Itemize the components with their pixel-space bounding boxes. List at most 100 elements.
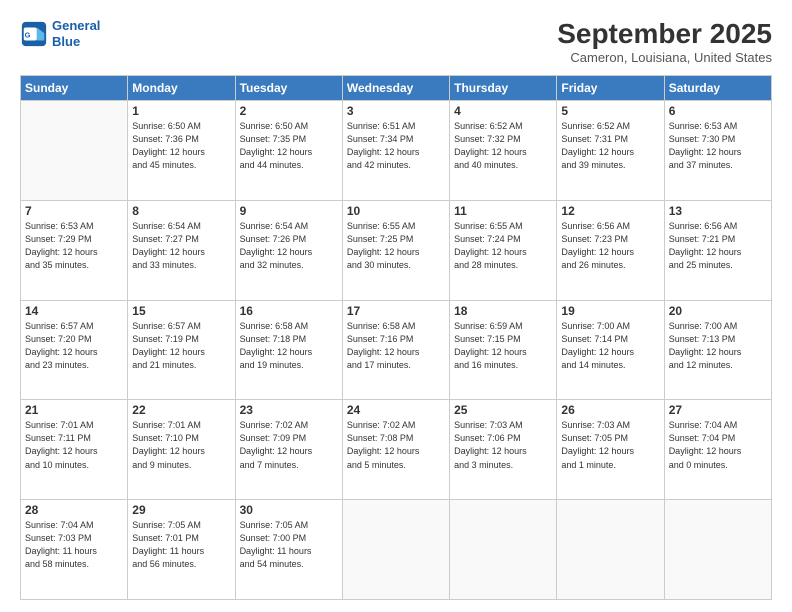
day-info: Sunrise: 7:02 AM Sunset: 7:09 PM Dayligh… bbox=[240, 419, 338, 471]
calendar-cell: 22 Sunrise: 7:01 AM Sunset: 7:10 PM Dayli… bbox=[128, 400, 235, 500]
calendar-cell bbox=[450, 500, 557, 600]
calendar-week-4: 21 Sunrise: 7:01 AM Sunset: 7:11 PM Dayli… bbox=[21, 400, 772, 500]
day-number: 4 bbox=[454, 104, 552, 118]
calendar-cell: 24Sunrise: 7:02 AM Sunset: 7:08 PM Dayli… bbox=[342, 400, 449, 500]
calendar-cell: 8Sunrise: 6:54 AM Sunset: 7:27 PM Daylig… bbox=[128, 200, 235, 300]
day-number: 20 bbox=[669, 304, 767, 318]
day-info: Sunrise: 7:04 AM Sunset: 7:03 PM Dayligh… bbox=[25, 519, 123, 571]
logo: G General Blue bbox=[20, 18, 100, 49]
calendar-cell: 16 Sunrise: 6:58 AM Sunset: 7:18 PM Dayli… bbox=[235, 300, 342, 400]
day-number: 16 bbox=[240, 304, 338, 318]
day-info: Sunrise: 7:05 AM Sunset: 7:00 PM Dayligh… bbox=[240, 519, 338, 571]
calendar-cell bbox=[557, 500, 664, 600]
day-info: Sunrise: 6:56 AM Sunset: 7:21 PM Dayligh… bbox=[669, 220, 767, 272]
day-info: Sunrise: 6:54 AM Sunset: 7:26 PM Dayligh… bbox=[240, 220, 338, 272]
calendar-cell: 15Sunrise: 6:57 AM Sunset: 7:19 PM Dayli… bbox=[128, 300, 235, 400]
day-info: Sunrise: 6:58 AM Sunset: 7:18 PM Dayligh… bbox=[240, 320, 338, 372]
logo-blue: Blue bbox=[52, 34, 80, 49]
calendar-cell: 26 Sunrise: 7:03 AM Sunset: 7:05 PM Dayli… bbox=[557, 400, 664, 500]
day-info: Sunrise: 6:52 AM Sunset: 7:32 PM Dayligh… bbox=[454, 120, 552, 172]
day-info: Sunrise: 6:50 AM Sunset: 7:36 PM Dayligh… bbox=[132, 120, 230, 172]
calendar-cell: 2 Sunrise: 6:50 AM Sunset: 7:35 PM Daylig… bbox=[235, 101, 342, 201]
calendar-cell: 18 Sunrise: 6:59 AM Sunset: 7:15 PM Dayli… bbox=[450, 300, 557, 400]
day-info: Sunrise: 7:03 AM Sunset: 7:06 PM Dayligh… bbox=[454, 419, 552, 471]
calendar-cell: 6 Sunrise: 6:53 AM Sunset: 7:30 PM Daylig… bbox=[664, 101, 771, 201]
day-info: Sunrise: 7:02 AM Sunset: 7:08 PM Dayligh… bbox=[347, 419, 445, 471]
calendar-cell: 23 Sunrise: 7:02 AM Sunset: 7:09 PM Dayli… bbox=[235, 400, 342, 500]
day-number: 21 bbox=[25, 403, 123, 417]
day-info: Sunrise: 6:58 AM Sunset: 7:16 PM Dayligh… bbox=[347, 320, 445, 372]
day-number: 22 bbox=[132, 403, 230, 417]
day-number: 30 bbox=[240, 503, 338, 517]
calendar-cell: 20 Sunrise: 7:00 AM Sunset: 7:13 PM Dayli… bbox=[664, 300, 771, 400]
col-thursday: Thursday bbox=[450, 76, 557, 101]
day-info: Sunrise: 6:53 AM Sunset: 7:30 PM Dayligh… bbox=[669, 120, 767, 172]
calendar-cell: 25 Sunrise: 7:03 AM Sunset: 7:06 PM Dayli… bbox=[450, 400, 557, 500]
calendar-cell: 13Sunrise: 6:56 AM Sunset: 7:21 PM Dayli… bbox=[664, 200, 771, 300]
calendar-cell: 5 Sunrise: 6:52 AM Sunset: 7:31 PM Daylig… bbox=[557, 101, 664, 201]
calendar-week-1: 1 Sunrise: 6:50 AM Sunset: 7:36 PM Daylig… bbox=[21, 101, 772, 201]
day-info: Sunrise: 7:00 AM Sunset: 7:13 PM Dayligh… bbox=[669, 320, 767, 372]
day-number: 9 bbox=[240, 204, 338, 218]
day-info: Sunrise: 6:56 AM Sunset: 7:23 PM Dayligh… bbox=[561, 220, 659, 272]
subtitle: Cameron, Louisiana, United States bbox=[557, 50, 772, 65]
day-number: 23 bbox=[240, 403, 338, 417]
day-number: 10 bbox=[347, 204, 445, 218]
calendar-cell: 28 Sunrise: 7:04 AM Sunset: 7:03 PM Dayli… bbox=[21, 500, 128, 600]
calendar-cell: 29Sunrise: 7:05 AM Sunset: 7:01 PM Dayli… bbox=[128, 500, 235, 600]
col-tuesday: Tuesday bbox=[235, 76, 342, 101]
day-number: 12 bbox=[561, 204, 659, 218]
col-sunday: Sunday bbox=[21, 76, 128, 101]
day-number: 6 bbox=[669, 104, 767, 118]
day-number: 2 bbox=[240, 104, 338, 118]
day-number: 15 bbox=[132, 304, 230, 318]
day-info: Sunrise: 7:00 AM Sunset: 7:14 PM Dayligh… bbox=[561, 320, 659, 372]
day-info: Sunrise: 6:52 AM Sunset: 7:31 PM Dayligh… bbox=[561, 120, 659, 172]
header: G General Blue September 2025 Cameron, L… bbox=[20, 18, 772, 65]
calendar-cell: 11Sunrise: 6:55 AM Sunset: 7:24 PM Dayli… bbox=[450, 200, 557, 300]
calendar-cell bbox=[664, 500, 771, 600]
col-friday: Friday bbox=[557, 76, 664, 101]
calendar-cell: 19Sunrise: 7:00 AM Sunset: 7:14 PM Dayli… bbox=[557, 300, 664, 400]
day-number: 25 bbox=[454, 403, 552, 417]
day-info: Sunrise: 7:04 AM Sunset: 7:04 PM Dayligh… bbox=[669, 419, 767, 471]
day-number: 26 bbox=[561, 403, 659, 417]
calendar-cell: 7 Sunrise: 6:53 AM Sunset: 7:29 PM Daylig… bbox=[21, 200, 128, 300]
day-number: 14 bbox=[25, 304, 123, 318]
day-info: Sunrise: 6:59 AM Sunset: 7:15 PM Dayligh… bbox=[454, 320, 552, 372]
calendar-week-5: 28 Sunrise: 7:04 AM Sunset: 7:03 PM Dayli… bbox=[21, 500, 772, 600]
day-number: 11 bbox=[454, 204, 552, 218]
day-number: 7 bbox=[25, 204, 123, 218]
day-info: Sunrise: 7:01 AM Sunset: 7:10 PM Dayligh… bbox=[132, 419, 230, 471]
calendar-cell: 10 Sunrise: 6:55 AM Sunset: 7:25 PM Dayli… bbox=[342, 200, 449, 300]
day-info: Sunrise: 6:55 AM Sunset: 7:25 PM Dayligh… bbox=[347, 220, 445, 272]
day-info: Sunrise: 7:03 AM Sunset: 7:05 PM Dayligh… bbox=[561, 419, 659, 471]
calendar-week-3: 14 Sunrise: 6:57 AM Sunset: 7:20 PM Dayli… bbox=[21, 300, 772, 400]
col-wednesday: Wednesday bbox=[342, 76, 449, 101]
calendar-cell: 14 Sunrise: 6:57 AM Sunset: 7:20 PM Dayli… bbox=[21, 300, 128, 400]
calendar-cell: 4 Sunrise: 6:52 AM Sunset: 7:32 PM Daylig… bbox=[450, 101, 557, 201]
calendar-cell: 21 Sunrise: 7:01 AM Sunset: 7:11 PM Dayli… bbox=[21, 400, 128, 500]
day-number: 3 bbox=[347, 104, 445, 118]
calendar-table: Sunday Monday Tuesday Wednesday Thursday… bbox=[20, 75, 772, 600]
day-number: 29 bbox=[132, 503, 230, 517]
calendar-cell: 30 Sunrise: 7:05 AM Sunset: 7:00 PM Dayli… bbox=[235, 500, 342, 600]
title-block: September 2025 Cameron, Louisiana, Unite… bbox=[557, 18, 772, 65]
col-monday: Monday bbox=[128, 76, 235, 101]
day-info: Sunrise: 6:54 AM Sunset: 7:27 PM Dayligh… bbox=[132, 220, 230, 272]
day-number: 5 bbox=[561, 104, 659, 118]
day-number: 27 bbox=[669, 403, 767, 417]
day-info: Sunrise: 6:50 AM Sunset: 7:35 PM Dayligh… bbox=[240, 120, 338, 172]
day-info: Sunrise: 7:01 AM Sunset: 7:11 PM Dayligh… bbox=[25, 419, 123, 471]
day-number: 18 bbox=[454, 304, 552, 318]
page: G General Blue September 2025 Cameron, L… bbox=[0, 0, 792, 612]
day-number: 28 bbox=[25, 503, 123, 517]
logo-text: General Blue bbox=[52, 18, 100, 49]
day-info: Sunrise: 6:53 AM Sunset: 7:29 PM Dayligh… bbox=[25, 220, 123, 272]
main-title: September 2025 bbox=[557, 18, 772, 50]
day-number: 1 bbox=[132, 104, 230, 118]
header-row: Sunday Monday Tuesday Wednesday Thursday… bbox=[21, 76, 772, 101]
day-info: Sunrise: 6:57 AM Sunset: 7:20 PM Dayligh… bbox=[25, 320, 123, 372]
calendar-cell bbox=[342, 500, 449, 600]
calendar-cell: 27 Sunrise: 7:04 AM Sunset: 7:04 PM Dayli… bbox=[664, 400, 771, 500]
